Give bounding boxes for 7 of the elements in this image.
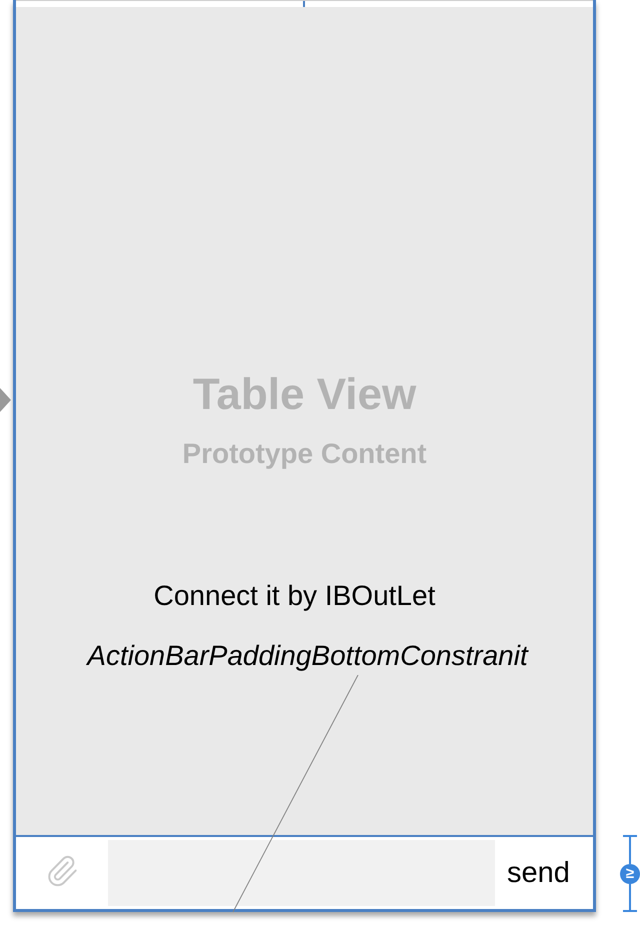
constraint-badge: ≥ [620, 864, 640, 884]
message-input-field[interactable] [108, 840, 495, 906]
constraint-name-label: ActionBarPaddingBottomConstranit [87, 640, 528, 672]
send-button[interactable]: send [507, 856, 570, 890]
annotation-caption: Connect it by IBOutLet [154, 580, 436, 612]
constraint-marker [302, 1, 304, 7]
arrow-icon [0, 388, 11, 412]
